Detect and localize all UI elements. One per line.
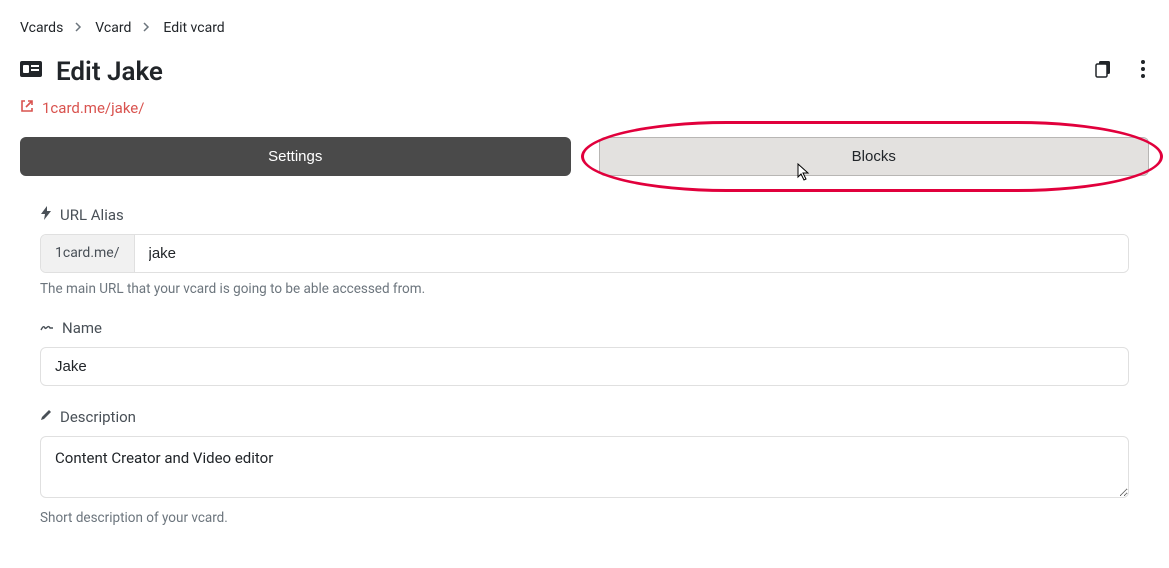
settings-form: URL Alias 1card.me/ The main URL that yo… (20, 206, 1149, 526)
copy-button[interactable] (1091, 56, 1117, 87)
description-help: Short description of your vcard. (40, 510, 1129, 526)
url-alias-label: URL Alias (60, 206, 124, 224)
breadcrumb-vcards[interactable]: Vcards (20, 20, 63, 36)
page-header: Edit Jake (20, 56, 1149, 87)
url-alias-prefix: 1card.me/ (41, 235, 135, 272)
more-menu-button[interactable] (1137, 56, 1149, 87)
copy-icon (1095, 60, 1113, 78)
chevron-right-icon (143, 21, 151, 35)
url-alias-help: The main URL that your vcard is going to… (40, 281, 1129, 297)
name-label: Name (62, 319, 102, 337)
more-vertical-icon (1141, 60, 1145, 78)
field-name: Name (40, 319, 1129, 386)
tab-blocks[interactable]: Blocks (599, 137, 1150, 176)
name-input[interactable] (40, 347, 1129, 386)
description-label: Description (60, 408, 136, 426)
field-description: Description Short description of your vc… (40, 408, 1129, 526)
tabs: Settings Blocks (20, 137, 1149, 176)
external-link-icon (20, 99, 34, 117)
bolt-icon (40, 206, 52, 224)
field-url-alias: URL Alias 1card.me/ The main URL that yo… (40, 206, 1129, 297)
breadcrumb-vcard[interactable]: Vcard (95, 20, 131, 36)
page-title: Edit Jake (56, 57, 163, 87)
vcard-url-link[interactable]: 1card.me/jake/ (42, 99, 144, 117)
chevron-right-icon (75, 21, 83, 35)
breadcrumb-current: Edit vcard (163, 20, 224, 36)
tab-settings[interactable]: Settings (20, 137, 571, 176)
vcard-icon (20, 59, 44, 84)
pencil-icon (40, 409, 52, 425)
description-input[interactable] (40, 436, 1129, 498)
breadcrumb: Vcards Vcard Edit vcard (20, 20, 1149, 36)
vcard-url-row: 1card.me/jake/ (20, 99, 1149, 117)
signature-icon (40, 320, 54, 336)
url-alias-input[interactable] (135, 235, 1129, 272)
